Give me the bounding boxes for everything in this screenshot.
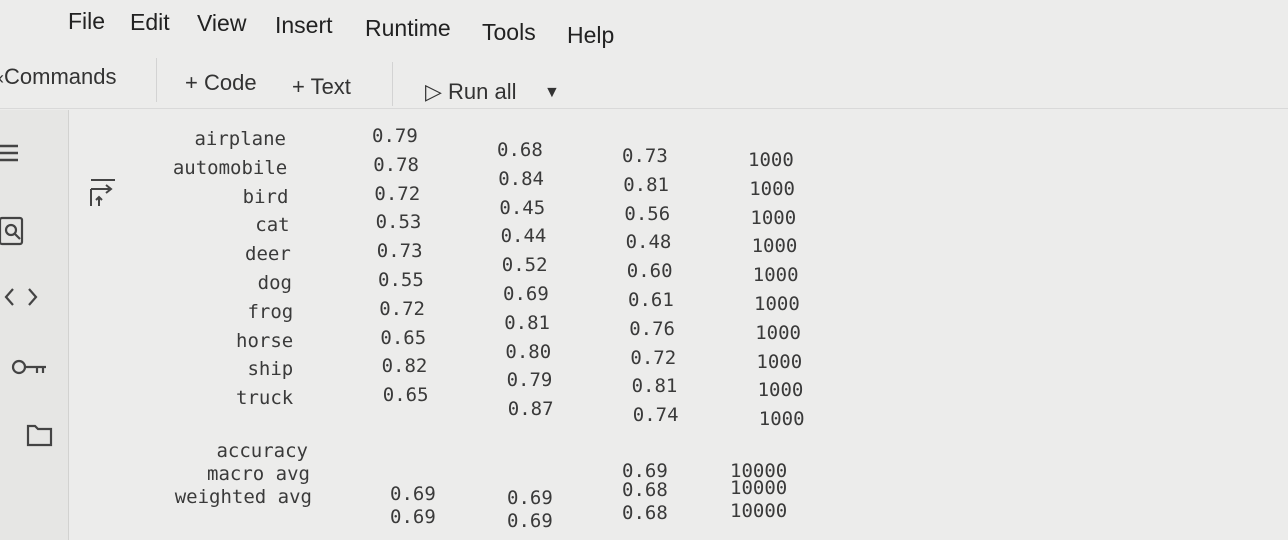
report-summary-label: accuracy xyxy=(216,440,308,462)
report-row-label: cat xyxy=(255,214,290,237)
report-cell-f1: 0.74 xyxy=(632,404,679,427)
report-cell-recall: 0.81 xyxy=(504,311,550,334)
report-summary-recall: 0.69 xyxy=(507,487,553,509)
report-cell-support: 1000 xyxy=(756,350,803,373)
report-cell-recall: 0.45 xyxy=(499,196,546,219)
report-row-label: dog xyxy=(257,272,292,294)
report-cell-f1: 0.81 xyxy=(623,173,669,196)
report-cell-recall: 0.44 xyxy=(500,225,547,248)
report-cell-precision: 0.53 xyxy=(375,211,422,234)
report-cell-f1: 0.72 xyxy=(630,346,677,369)
report-cell-recall: 0.87 xyxy=(507,398,554,421)
report-cell-precision: 0.73 xyxy=(376,240,423,263)
report-cell-precision: 0.72 xyxy=(374,182,421,205)
report-summary-precision: 0.69 xyxy=(390,506,436,528)
report-cell-support: 1000 xyxy=(750,206,797,229)
report-cell-support: 1000 xyxy=(754,293,800,315)
report-cell-f1: 0.61 xyxy=(628,289,674,311)
report-cell-recall: 0.79 xyxy=(506,369,553,392)
classification-report: airplane 0.79 0.68 0.73 1000 automobile 0.78 0.… xyxy=(0,0,1288,540)
report-row-label: ship xyxy=(247,358,294,381)
report-summary-precision: 0.69 xyxy=(390,483,436,505)
report-cell-recall: 0.52 xyxy=(501,254,548,277)
report-cell-precision: 0.78 xyxy=(373,153,419,176)
report-cell-support: 1000 xyxy=(757,379,804,402)
report-summary-label: weighted avg xyxy=(174,486,312,508)
report-cell-precision: 0.82 xyxy=(381,355,428,378)
report-summary-support: 10000 xyxy=(730,500,788,522)
report-row-label: deer xyxy=(245,243,291,266)
report-cell-precision: 0.65 xyxy=(382,384,429,407)
report-row-label: frog xyxy=(247,300,294,323)
report-summary-f1: 0.68 xyxy=(622,502,668,524)
report-summary-support: 10000 xyxy=(730,477,788,499)
report-row-label: bird xyxy=(242,185,289,208)
report-cell-support: 1000 xyxy=(748,149,794,171)
report-cell-f1: 0.73 xyxy=(622,145,668,167)
report-row-label: automobile xyxy=(172,156,288,179)
report-cell-recall: 0.80 xyxy=(505,340,552,363)
report-cell-f1: 0.60 xyxy=(626,260,673,283)
report-cell-recall: 0.69 xyxy=(503,283,549,305)
report-cell-f1: 0.56 xyxy=(624,202,671,225)
report-summary-label: macro avg xyxy=(207,463,310,485)
report-cell-f1: 0.81 xyxy=(631,375,678,398)
report-cell-precision: 0.79 xyxy=(372,125,418,147)
report-cell-support: 1000 xyxy=(752,264,799,287)
report-cell-precision: 0.55 xyxy=(378,269,424,291)
report-cell-f1: 0.76 xyxy=(629,317,675,340)
report-cell-f1: 0.48 xyxy=(625,231,672,254)
report-row-label: truck xyxy=(236,387,294,410)
report-cell-support: 1000 xyxy=(749,177,795,200)
report-row-label: airplane xyxy=(194,128,286,150)
report-cell-recall: 0.84 xyxy=(498,167,544,190)
report-cell-support: 1000 xyxy=(751,235,798,258)
report-cell-precision: 0.72 xyxy=(379,297,425,320)
report-cell-recall: 0.68 xyxy=(497,139,543,161)
report-summary-f1: 0.68 xyxy=(622,479,668,501)
report-cell-precision: 0.65 xyxy=(380,326,427,349)
report-row-label: horse xyxy=(236,329,294,352)
report-cell-support: 1000 xyxy=(755,321,801,344)
report-cell-support: 1000 xyxy=(758,408,805,431)
report-summary-recall: 0.69 xyxy=(507,510,553,532)
